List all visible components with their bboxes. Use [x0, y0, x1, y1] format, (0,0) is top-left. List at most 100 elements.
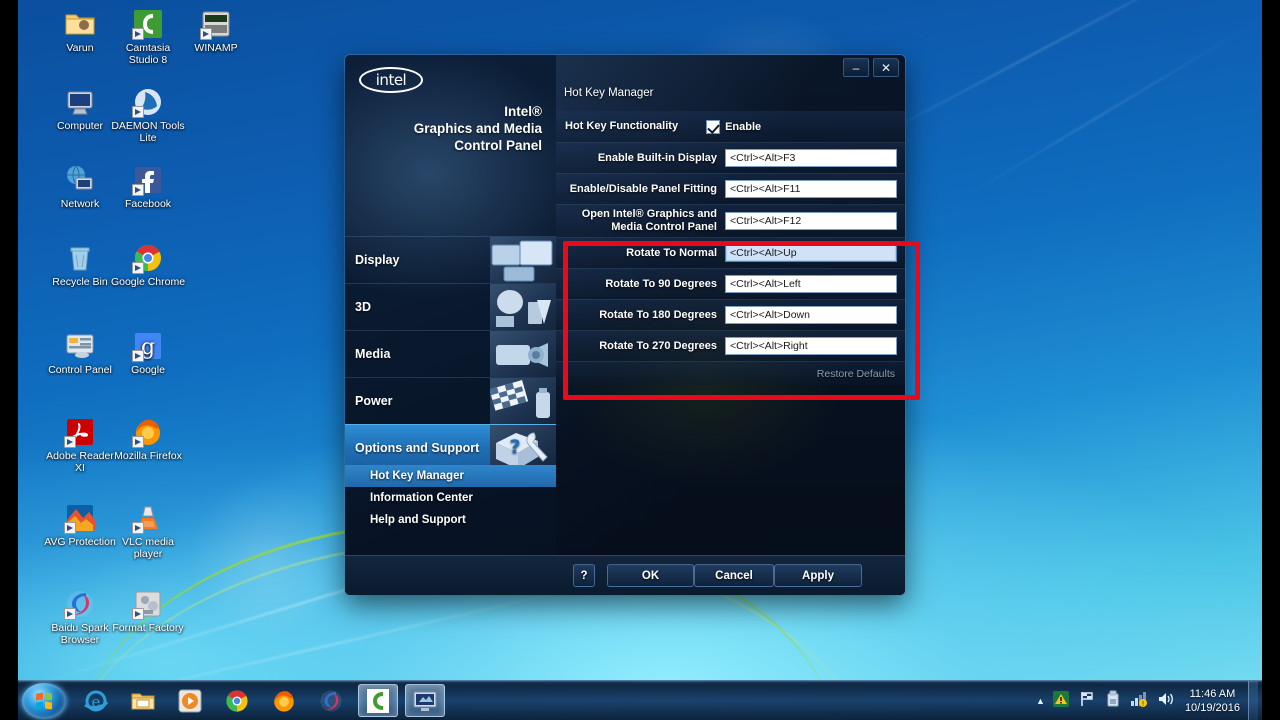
taskbar-item-intel-graphics[interactable] — [405, 684, 445, 717]
shortcut-overlay-icon — [200, 28, 212, 40]
hotkey-input-rotate-to-270-degrees[interactable]: <Ctrl><Alt>Right — [725, 337, 897, 355]
desktop-icon-format-factory[interactable]: Format Factory — [110, 588, 186, 635]
taskbar-item-firefox[interactable] — [264, 684, 304, 717]
desktop-icon-adobe-reader-xi[interactable]: Adobe Reader XI — [42, 416, 118, 474]
desktop-icon-label: Adobe Reader XI — [46, 450, 114, 474]
hotkey-label: Enable Built-in Display — [597, 151, 717, 164]
desktop-icon-facebook[interactable]: Facebook — [110, 164, 186, 211]
chrome-icon — [224, 688, 250, 714]
sidebar-item-label: Power — [355, 394, 393, 408]
daemon-tools-icon — [132, 86, 164, 118]
restore-defaults-button[interactable]: Restore Defaults — [817, 368, 895, 380]
winamp-icon — [200, 8, 232, 40]
page-title-line2: Graphics and Media — [413, 121, 542, 136]
desktop-icon-avg-protection[interactable]: AVG Protection — [42, 502, 118, 549]
windows-media-player-icon — [177, 688, 203, 714]
hotkey-input-rotate-to-90-degrees[interactable]: <Ctrl><Alt>Left — [725, 275, 897, 293]
sidebar-subitem-help-and-support[interactable]: Help and Support — [345, 509, 556, 531]
volume-icon[interactable] — [1156, 690, 1176, 712]
desktop-icon-google-chrome[interactable]: Google Chrome — [110, 242, 186, 289]
desktop-icon-mozilla-firefox[interactable]: Mozilla Firefox — [110, 416, 186, 463]
desktop-icon-varun[interactable]: Varun — [42, 8, 118, 55]
firefox-icon — [271, 688, 297, 714]
show-hidden-icons-button[interactable]: ▲ — [1036, 696, 1045, 706]
flag-action-center-icon[interactable] — [1078, 690, 1098, 712]
sidebar-item-media[interactable]: Media — [345, 330, 556, 377]
taskbar-item-camtasia[interactable] — [358, 684, 398, 717]
hotkey-form: Hot Key Functionality Enable Enable Built-… — [556, 111, 905, 385]
minimize-button[interactable]: – — [843, 58, 869, 77]
hotkey-input-rotate-to-180-degrees[interactable]: <Ctrl><Alt>Down — [725, 306, 897, 324]
shortcut-overlay-icon — [132, 184, 144, 196]
vlc-icon — [132, 502, 164, 534]
hotkey-input-enable-built-in-display[interactable]: <Ctrl><Alt>F3 — [725, 149, 897, 167]
sidebar-subitem-hot-key-manager[interactable]: Hot Key Manager — [345, 465, 556, 487]
monitors-thumb — [490, 237, 556, 283]
shortcut-overlay-icon — [132, 436, 144, 448]
desktop-icon-network[interactable]: Network — [42, 164, 118, 211]
start-button[interactable] — [22, 683, 66, 719]
sidebar-item-3d[interactable]: 3D — [345, 283, 556, 330]
desktop-icon-baidu-spark-browser[interactable]: Baidu Spark Browser — [42, 588, 118, 646]
taskbar-item-chrome[interactable] — [217, 684, 257, 717]
hotkey-row-rotate-to-normal: Rotate To Normal <Ctrl><Alt>Up — [556, 237, 905, 268]
letterbox-left — [0, 0, 18, 720]
help-button[interactable]: ? — [573, 564, 595, 587]
page-title-line1: Intel® — [504, 104, 542, 119]
recycle-bin-icon — [64, 242, 96, 274]
hotkey-input-enable-disable-panel-fitting[interactable]: <Ctrl><Alt>F11 — [725, 180, 897, 198]
hotkey-input-open-intel-graphics-and-media-control-panel[interactable]: <Ctrl><Alt>F12 — [725, 212, 897, 230]
show-desktop-button[interactable] — [1248, 681, 1258, 720]
network-icon — [64, 164, 96, 196]
intel-graphics-control-panel-window[interactable]: intel Intel® Graphics and Media Control … — [345, 55, 905, 595]
desktop-icon-control-panel[interactable]: Control Panel — [42, 330, 118, 377]
avg-icon — [64, 502, 96, 534]
desktop-icon-recycle-bin[interactable]: Recycle Bin — [42, 242, 118, 289]
desktop-icon-camtasia-studio-8[interactable]: Camtasia Studio 8 — [110, 8, 186, 66]
removable-media-icon[interactable] — [1104, 690, 1124, 712]
desktop-icon-winamp[interactable]: WINAMP — [178, 8, 254, 55]
sidebar-item-display[interactable]: Display — [345, 236, 556, 283]
desktop-icon-vlc-media-player[interactable]: VLC media player — [110, 502, 186, 560]
clock[interactable]: 11:46 AM 10/19/2016 — [1185, 687, 1240, 715]
restore-defaults-row: Restore Defaults — [556, 361, 905, 385]
apply-button[interactable]: Apply — [774, 564, 862, 587]
wallpaper-glow — [188, 480, 348, 640]
desktop-icon-label: VLC media player — [122, 536, 174, 560]
taskbar-item-internet-explorer[interactable]: e — [76, 684, 116, 717]
desktop-icon-label: DAEMON Tools Lite — [111, 120, 185, 144]
network-tray-icon[interactable]: ! — [1130, 690, 1150, 712]
checkered-flag-thumb — [490, 378, 556, 424]
hotkey-row-rotate-to-180-degrees: Rotate To 180 Degrees <Ctrl><Alt>Down — [556, 299, 905, 330]
ok-button[interactable]: OK — [607, 564, 694, 587]
desktop-icon-google[interactable]: g Google — [110, 330, 186, 377]
avg-tray-icon[interactable] — [1052, 690, 1072, 712]
facebook-icon — [132, 164, 164, 196]
cancel-button[interactable]: Cancel — [694, 564, 774, 587]
sidebar-item-options-and-support[interactable]: Options and Support? — [345, 424, 556, 471]
enable-checkbox[interactable] — [706, 119, 721, 134]
desktop-icon-daemon-tools-lite[interactable]: DAEMON Tools Lite — [110, 86, 186, 144]
shortcut-overlay-icon — [64, 436, 76, 448]
letterbox-right — [1262, 0, 1280, 720]
taskbar-item-windows-media-player[interactable] — [170, 684, 210, 717]
hotkey-row-enable-disable-panel-fitting: Enable/Disable Panel Fitting <Ctrl><Alt>F… — [556, 173, 905, 204]
close-button[interactable]: ✕ — [873, 58, 899, 77]
shortcut-overlay-icon — [64, 608, 76, 620]
camtasia-icon — [365, 688, 391, 714]
chrome-icon — [132, 242, 164, 274]
taskbar-item-windows-explorer[interactable] — [123, 684, 163, 717]
taskbar[interactable]: e ▲ ! 11:46 AM 10/19/2016 — [18, 680, 1262, 720]
desktop-icon-computer[interactable]: Computer — [42, 86, 118, 133]
desktop-icon-label: Varun — [66, 42, 94, 54]
taskbar-item-baidu-spark[interactable] — [311, 684, 351, 717]
windows-explorer-icon — [130, 688, 156, 714]
sidebar-item-label: 3D — [355, 300, 371, 314]
hotkey-input-rotate-to-normal[interactable]: <Ctrl><Alt>Up — [725, 244, 897, 262]
sidebar-subitem-information-center[interactable]: Information Center — [345, 487, 556, 509]
sidebar-subnav: Hot Key Manager Information Center Help an… — [345, 465, 556, 531]
desktop-icon-label: Google — [131, 364, 165, 376]
sidebar-item-power[interactable]: Power — [345, 377, 556, 424]
desktop-icon-label: Camtasia Studio 8 — [125, 42, 171, 66]
shortcut-overlay-icon — [132, 262, 144, 274]
